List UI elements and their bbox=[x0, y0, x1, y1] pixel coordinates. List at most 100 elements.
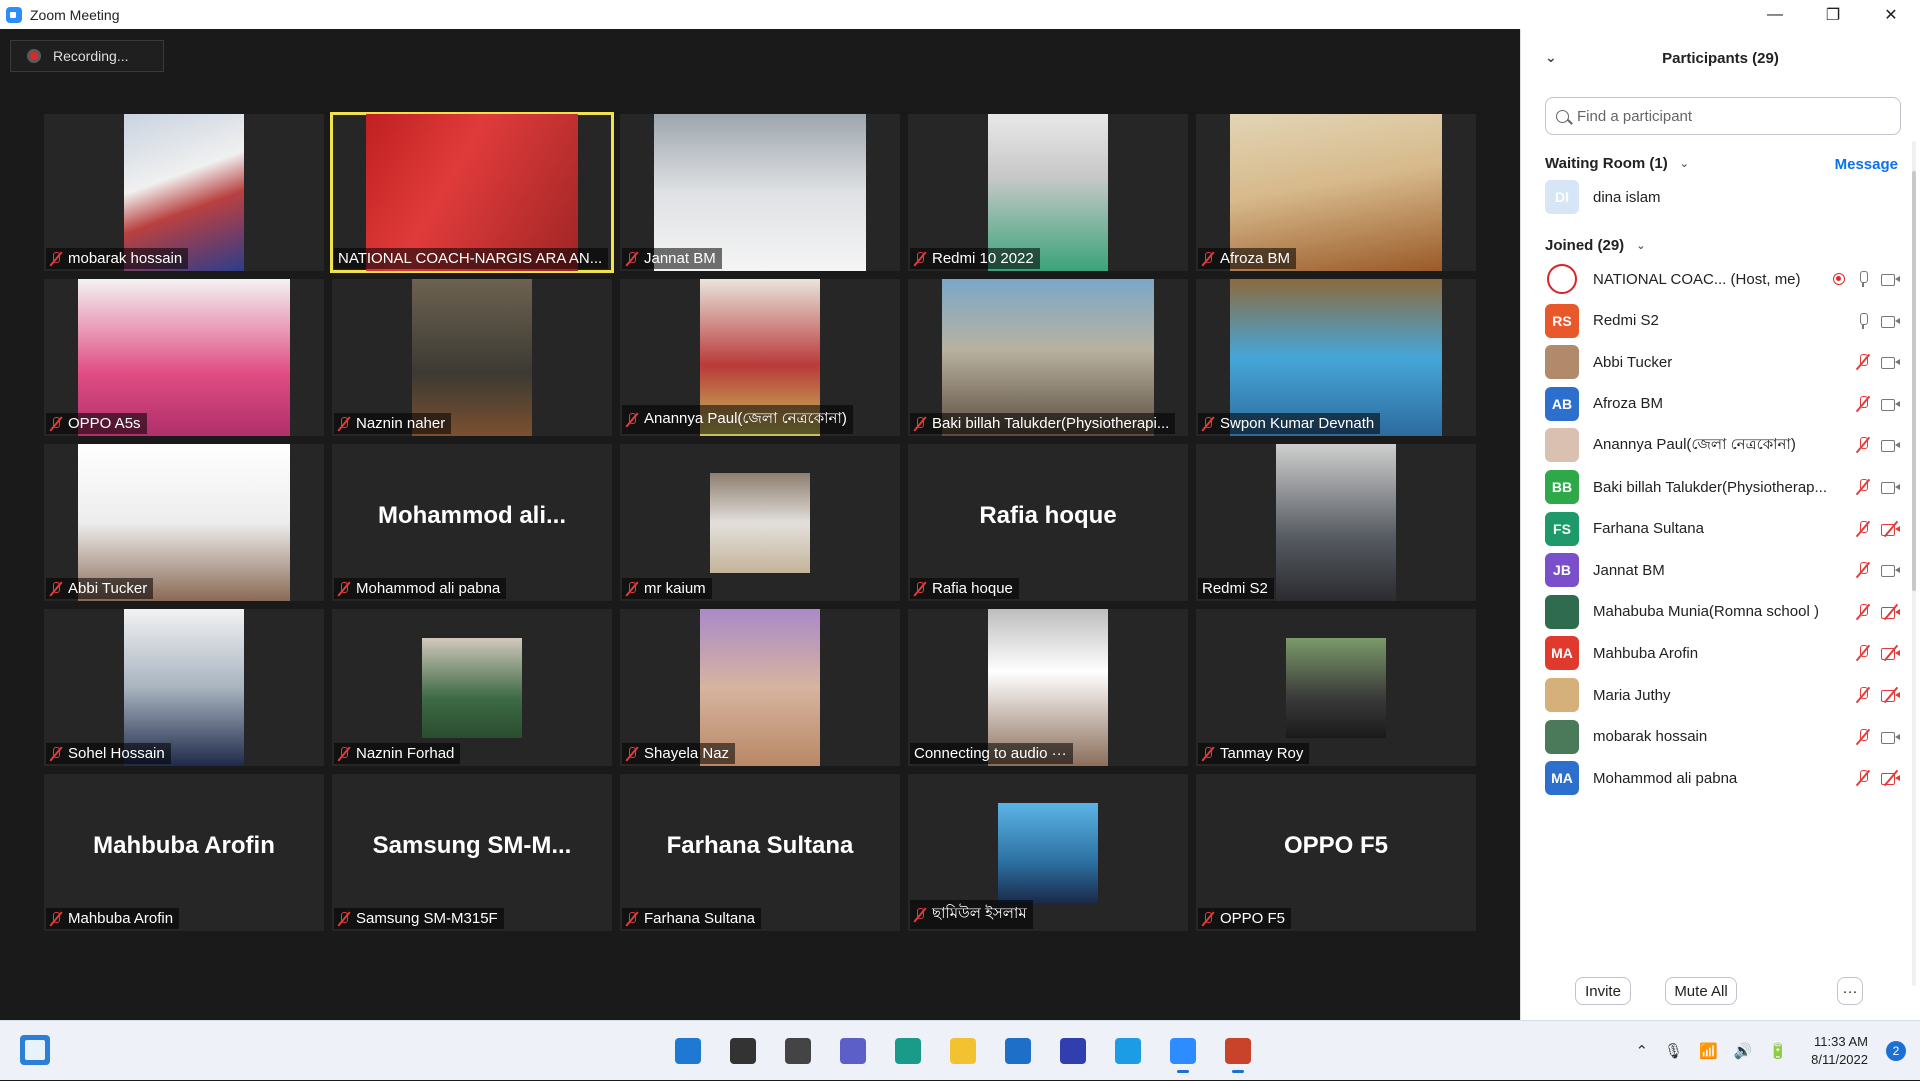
mic-muted-icon[interactable] bbox=[1855, 728, 1871, 746]
video-tile[interactable]: ছামিউল ইসলাম bbox=[908, 774, 1188, 931]
search-app[interactable] bbox=[723, 1031, 763, 1071]
video-tile[interactable]: mobarak hossain bbox=[44, 114, 324, 271]
video-tile[interactable]: Jannat BM bbox=[620, 114, 900, 271]
participant-row[interactable]: JB Jannat BM bbox=[1545, 549, 1901, 591]
mic-muted-icon[interactable] bbox=[1855, 603, 1871, 621]
scrollbar-thumb[interactable] bbox=[1912, 171, 1916, 591]
tray-icon[interactable]: 🔋 bbox=[1768, 1042, 1787, 1060]
participants-scrollbar[interactable] bbox=[1912, 141, 1916, 986]
participant-row[interactable]: MA Mohammod ali pabna bbox=[1545, 757, 1901, 799]
mute-all-button[interactable]: Mute All bbox=[1665, 977, 1737, 1005]
camera-icon[interactable] bbox=[1881, 355, 1901, 370]
joined-header[interactable]: Joined (29) ⌄ bbox=[1545, 237, 1645, 254]
task-view-app-icon bbox=[785, 1038, 811, 1064]
video-tile[interactable]: mr kaium bbox=[620, 444, 900, 601]
mic-muted-icon[interactable] bbox=[1855, 769, 1871, 787]
camera-off-icon[interactable] bbox=[1881, 645, 1901, 662]
camera-off-icon[interactable] bbox=[1881, 769, 1901, 787]
video-tile[interactable]: Anannya Paul(জেলা নেত্রকোনা) bbox=[620, 279, 900, 436]
mic-muted-icon[interactable] bbox=[1855, 561, 1871, 579]
widgets-icon[interactable] bbox=[20, 1035, 50, 1065]
file-explorer-app[interactable] bbox=[943, 1031, 983, 1071]
video-tile[interactable]: Redmi S2 bbox=[1196, 444, 1476, 601]
participant-row[interactable]: DI dina islam bbox=[1545, 176, 1901, 218]
camera-icon[interactable] bbox=[1881, 272, 1901, 286]
participant-row[interactable]: Mahabuba Munia(Romna school ) bbox=[1545, 591, 1901, 633]
camera-icon[interactable] bbox=[1881, 730, 1901, 744]
invite-button[interactable]: Invite bbox=[1575, 977, 1631, 1005]
video-tile[interactable]: Samsung SM-M... Samsung SM-M315F bbox=[332, 774, 612, 931]
participant-row[interactable]: RS Redmi S2 bbox=[1545, 300, 1901, 342]
participant-row[interactable]: Abbi Tucker bbox=[1545, 341, 1901, 383]
minimize-button[interactable]: — bbox=[1746, 0, 1804, 29]
camera-icon[interactable] bbox=[1881, 314, 1901, 328]
video-tile[interactable]: Baki billah Talukder(Physiotherapi... bbox=[908, 279, 1188, 436]
start-button[interactable] bbox=[668, 1031, 708, 1071]
participant-row[interactable]: AB Afroza BM bbox=[1545, 383, 1901, 425]
video-tile[interactable]: Farhana Sultana Farhana Sultana bbox=[620, 774, 900, 931]
video-tile[interactable]: Mahbuba Arofin Mahbuba Arofin bbox=[44, 774, 324, 931]
mic-muted-icon[interactable] bbox=[1855, 436, 1871, 454]
mic-muted-icon[interactable] bbox=[1855, 395, 1871, 413]
video-tile[interactable]: Mohammod ali... Mohammod ali pabna bbox=[332, 444, 612, 601]
video-tile[interactable]: Tanmay Roy bbox=[1196, 609, 1476, 766]
edge-browser-app[interactable] bbox=[888, 1031, 928, 1071]
video-tile[interactable]: Sohel Hossain bbox=[44, 609, 324, 766]
participant-row[interactable]: FS Farhana Sultana bbox=[1545, 508, 1901, 550]
tray-icon[interactable]: 📶 bbox=[1699, 1042, 1718, 1060]
camera-icon[interactable] bbox=[1881, 397, 1901, 411]
participant-row[interactable]: BB Baki billah Talukder(Physiotherap... bbox=[1545, 466, 1901, 508]
camera-off-icon[interactable] bbox=[1881, 603, 1901, 621]
more-options-button[interactable]: ··· bbox=[1837, 977, 1863, 1005]
zoom-app[interactable] bbox=[1163, 1031, 1203, 1073]
mic-muted-icon[interactable] bbox=[1855, 520, 1871, 538]
search-input[interactable] bbox=[1577, 107, 1877, 125]
restore-button[interactable]: ❐ bbox=[1804, 0, 1862, 29]
task-view-app[interactable] bbox=[778, 1031, 818, 1071]
video-tile[interactable]: Naznin naher bbox=[332, 279, 612, 436]
video-tile[interactable]: Shayela Naz bbox=[620, 609, 900, 766]
mic-muted-icon[interactable] bbox=[1855, 686, 1871, 704]
video-tile[interactable]: Redmi 10 2022 bbox=[908, 114, 1188, 271]
camera-off-icon[interactable] bbox=[1881, 520, 1901, 537]
mic-icon[interactable] bbox=[1855, 270, 1871, 288]
clock[interactable]: 11:33 AM 8/11/2022 bbox=[1811, 1033, 1868, 1069]
skype-app[interactable] bbox=[1108, 1031, 1148, 1071]
participant-row[interactable]: MA Mahbuba Arofin bbox=[1545, 632, 1901, 674]
mic-icon[interactable] bbox=[1855, 312, 1871, 330]
notification-badge[interactable]: 2 bbox=[1886, 1041, 1906, 1061]
tray-icon[interactable]: 🔊 bbox=[1734, 1042, 1753, 1060]
video-tile[interactable]: Swpon Kumar Devnath bbox=[1196, 279, 1476, 436]
camera-icon[interactable] bbox=[1881, 563, 1901, 578]
video-tile[interactable]: OPPO A5s bbox=[44, 279, 324, 436]
chat-app[interactable] bbox=[833, 1031, 873, 1071]
whiteboard-app[interactable] bbox=[1053, 1031, 1093, 1071]
mic-muted-icon[interactable] bbox=[1855, 478, 1871, 496]
video-tile[interactable]: OPPO F5 OPPO F5 bbox=[1196, 774, 1476, 931]
video-tile[interactable]: NATIONAL COACH-NARGIS ARA AN... bbox=[330, 112, 614, 273]
participant-row[interactable]: Anannya Paul(জেলা নেত্রকোনা) bbox=[1545, 424, 1901, 466]
camera-off-icon[interactable] bbox=[1881, 686, 1901, 704]
video-tile[interactable]: Rafia hoque Rafia hoque bbox=[908, 444, 1188, 601]
participant-row[interactable]: mobarak hossain bbox=[1545, 716, 1901, 758]
participant-search[interactable] bbox=[1545, 97, 1901, 135]
video-tile[interactable]: Abbi Tucker bbox=[44, 444, 324, 601]
camera-icon[interactable] bbox=[1881, 438, 1901, 453]
video-tile[interactable]: Afroza BM bbox=[1196, 114, 1476, 271]
recording-indicator[interactable]: Recording... bbox=[10, 40, 164, 72]
powerpoint-app[interactable] bbox=[1218, 1031, 1258, 1073]
camera-icon[interactable] bbox=[1881, 480, 1901, 494]
participant-row[interactable]: Maria Juthy bbox=[1545, 674, 1901, 716]
message-button[interactable]: Message bbox=[1835, 156, 1898, 173]
collapse-chevron-icon[interactable]: ⌄ bbox=[1545, 49, 1557, 66]
video-tile[interactable]: Connecting to audio ··· bbox=[908, 609, 1188, 766]
waiting-room-header[interactable]: Waiting Room (1) ⌄ bbox=[1545, 155, 1689, 172]
video-tile[interactable]: Naznin Forhad bbox=[332, 609, 612, 766]
participant-row[interactable]: NATIONAL COAC... (Host, me) bbox=[1545, 258, 1901, 300]
mail-app[interactable] bbox=[998, 1031, 1038, 1071]
close-button[interactable]: ✕ bbox=[1862, 0, 1920, 29]
tray-icon[interactable]: ⌃ bbox=[1635, 1042, 1648, 1060]
mic-muted-icon[interactable] bbox=[1855, 644, 1871, 662]
tray-icon[interactable]: 🎙 bbox=[1664, 1042, 1683, 1060]
mic-muted-icon[interactable] bbox=[1855, 353, 1871, 371]
